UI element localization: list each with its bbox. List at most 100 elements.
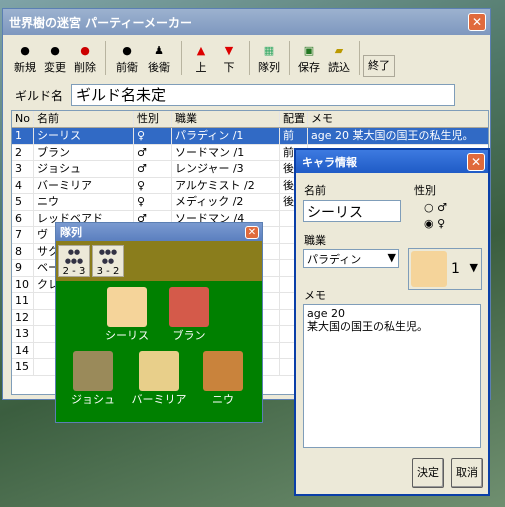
new-button[interactable]: ● 新規 [11,39,39,77]
cell-no: 13 [12,326,34,342]
cell-name: シーリス [34,128,134,144]
col-memo[interactable]: メモ [308,111,488,127]
memo-textarea[interactable]: age 20 某大国の国王の私生児。 [303,304,481,448]
guild-label: ギルド名 [15,88,64,103]
close-button[interactable]: ✕ [468,13,486,31]
formation-3-2-button[interactable]: ●●● ●● 3 - 2 [92,245,124,277]
formation-dots-icon: ●●●●● [64,248,84,265]
info-title: キャラ情報 [302,155,357,169]
cell-sex: ♀ [134,194,172,210]
formation-button[interactable]: ▦ 隊列 [255,39,283,77]
portrait-image [73,351,113,391]
close-button[interactable]: ✕ [467,152,485,171]
job-label: 職業 [304,234,326,247]
window-title: 世界樹の迷宮 パーティーメーカー [9,15,192,30]
floppy-icon: ▣ [303,43,315,57]
cell-no: 1 [12,128,34,144]
memo-label: メモ [304,289,326,302]
cell-no: 9 [12,260,34,276]
formation-slot[interactable]: シーリス [98,287,156,343]
portrait-select[interactable]: 1 ▼ [408,248,482,290]
cell-memo: age 20 某大国の国王の私生児。 [311,129,474,142]
portrait-image [203,351,243,391]
formation-2-3-button[interactable]: ●● ●●● 2 - 3 [58,245,90,277]
cell-no: 5 [12,194,34,210]
portrait-image [411,251,447,287]
character-info-window: キャラ情報 ✕ 名前 シーリス 性別 ○ ♂ ◉ ♀ 職業 パラディン ▼ 1 … [294,148,490,496]
cell-no: 7 [12,227,34,243]
up-button[interactable]: ▲ 上 [189,39,213,77]
exit-button[interactable]: 終了 [363,55,395,77]
ok-button[interactable]: 決定 [412,458,444,488]
dropdown-arrow-icon: ▼ [469,261,478,274]
col-no[interactable]: No [12,111,34,127]
back-button[interactable]: ♟ 後衛 [145,39,173,77]
cell-sex: ♀ [134,128,172,144]
cell-name: ニウ [34,194,134,210]
cell-no: 10 [12,276,34,292]
cell-sex: ♀ [134,177,172,193]
load-button[interactable]: ▰ 読込 [325,39,353,77]
name-input[interactable]: シーリス [303,200,401,222]
male-radio[interactable]: ○ ♂ [424,201,447,214]
portrait-image [169,287,209,327]
cell-job: パラディン /1 [172,128,280,144]
cell-no: 8 [12,243,34,259]
dropdown-arrow-icon: ▼ [387,251,396,264]
folder-icon: ▰ [334,43,344,57]
cell-no: 6 [12,210,34,226]
formation-icon: ▦ [263,43,275,57]
cell-pos: 前 [280,128,308,144]
down-button[interactable]: ▼ 下 [217,39,241,77]
col-sex[interactable]: 性別 [134,111,172,127]
guild-name-input[interactable]: ギルド名未定 [71,84,456,106]
person-icon: ● [50,43,60,57]
person-icon: ● [122,43,132,57]
cell-no: 12 [12,309,34,325]
formation-slot[interactable]: ニウ [194,351,252,407]
cell-name: ブラン [34,144,134,160]
cell-no: 4 [12,177,34,193]
cell-name: バーミリア [34,177,134,193]
separator [359,41,360,75]
arrow-down-icon: ▼ [224,43,234,57]
close-button[interactable]: ✕ [245,225,259,239]
delete-button[interactable]: ● 削除 [71,39,99,77]
formation-window: 隊列 ✕ ●● ●●● 2 - 3 ●●● ●● 3 - 2 シーリス ブラン ジョ… [55,222,263,423]
cell-no: 15 [12,359,34,375]
female-radio[interactable]: ◉ ♀ [424,217,445,230]
arrow-up-icon: ▲ [196,43,206,57]
cell-no: 11 [12,293,34,309]
cell-no: 2 [12,144,34,160]
col-pos[interactable]: 配置 [280,111,308,127]
front-button[interactable]: ● 前衛 [113,39,141,77]
formation-title-bar: 隊列 ✕ [56,223,262,241]
sex-label: 性別 [414,184,436,197]
person-delete-icon: ● [80,43,90,57]
formation-slot[interactable]: バーミリア [130,351,188,407]
separator [249,41,250,75]
title-bar: 世界樹の迷宮 パーティーメーカー ✕ [3,9,490,35]
formation-dots-icon: ●●●●● [98,248,118,265]
name-label: 名前 [304,184,326,197]
cell-job: メディック /2 [172,194,280,210]
cancel-button[interactable]: 取消 [451,458,483,488]
table-row[interactable]: 1 シーリス ♀ パラディン /1 前 age 20 某大国の国王の私生児。 [12,128,488,145]
portrait-image [107,287,147,327]
separator [105,41,106,75]
change-button[interactable]: ● 変更 [41,39,69,77]
formation-slot[interactable]: ジョシュ [64,351,122,407]
col-job[interactable]: 職業 [172,111,280,127]
col-name[interactable]: 名前 [34,111,134,127]
save-button[interactable]: ▣ 保存 [295,39,323,77]
cell-sex: ♂ [134,144,172,160]
formation-slot[interactable]: ブラン [160,287,218,343]
formation-field: シーリス ブラン ジョシュ バーミリア ニウ [56,281,262,422]
separator [181,41,182,75]
cell-no: 14 [12,342,34,358]
cell-sex: ♂ [134,161,172,177]
cell-job: レンジャー /3 [172,161,280,177]
cell-job: アルケミスト /2 [172,177,280,193]
person-icon: ● [20,43,30,57]
job-select[interactable]: パラディン ▼ [303,249,399,268]
